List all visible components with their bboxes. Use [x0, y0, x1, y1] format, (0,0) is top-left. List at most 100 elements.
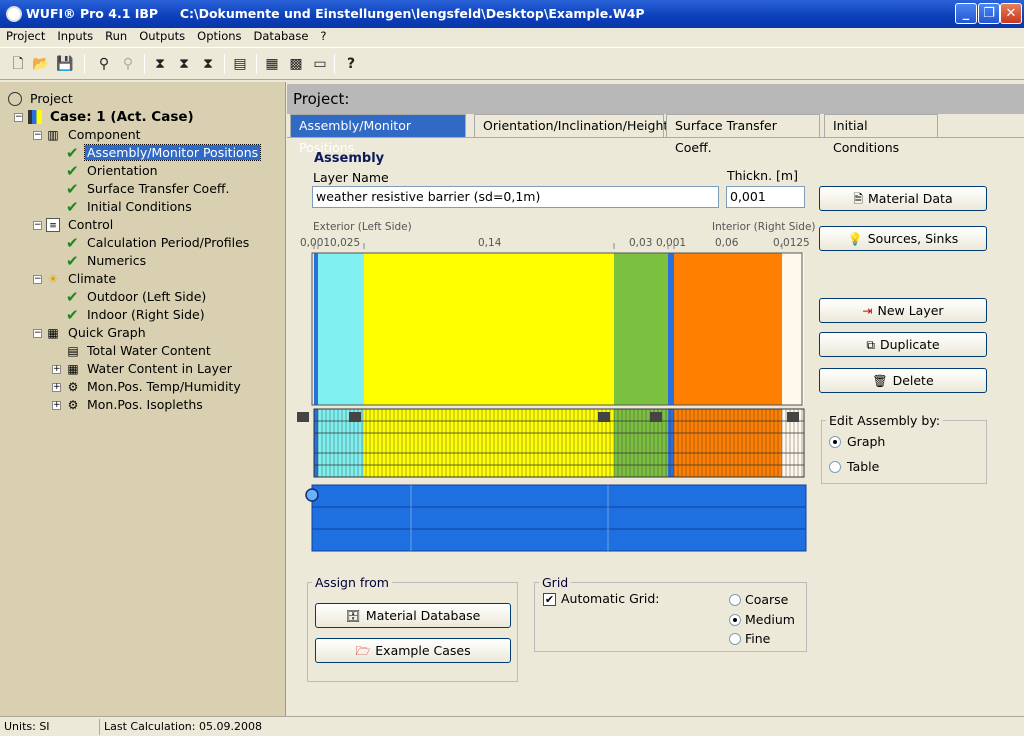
menu-database[interactable]: Database	[248, 28, 315, 46]
layer-name-input[interactable]: weather resistive barrier (sd=0,1m)	[312, 186, 719, 208]
radio-medium-label[interactable]: Medium	[745, 612, 795, 627]
layers-main[interactable]	[314, 253, 804, 405]
assembly-graph[interactable]	[296, 243, 810, 553]
radio-fine[interactable]	[729, 633, 741, 645]
tree-numerics[interactable]: ✔ Numerics	[66, 252, 146, 270]
tree-monpos-iso[interactable]: ⚙ Mon.Pos. Isopleths	[66, 396, 203, 414]
tab-orientation[interactable]: Orientation/Inclination/Height	[474, 114, 668, 138]
menu-inputs[interactable]: Inputs	[51, 28, 99, 46]
expand-icon[interactable]: +	[52, 383, 61, 392]
sources-sinks-button[interactable]: 💡 Sources, Sinks	[819, 226, 987, 251]
expand-icon[interactable]: +	[52, 365, 61, 374]
tree-orientation[interactable]: ✔ Orientation	[66, 162, 158, 180]
monitor-icon: ⚙	[67, 398, 79, 412]
save-icon[interactable]: 💾	[55, 54, 75, 74]
monitor-icon[interactable]	[650, 412, 662, 422]
menu-help[interactable]: ?	[314, 28, 332, 46]
tree-control[interactable]: ≡ Control	[46, 216, 113, 234]
radio-fine-label[interactable]: Fine	[745, 631, 770, 646]
tree-case[interactable]: Case: 1 (Act. Case)	[28, 108, 194, 126]
layer-1[interactable]	[318, 253, 364, 405]
close-button[interactable]: ✕	[1000, 3, 1022, 24]
tree-quick-graph[interactable]: ▦ Quick Graph	[46, 324, 145, 342]
monitor-icon[interactable]	[598, 412, 610, 422]
hourglass-multi-icon[interactable]: ⧗	[174, 54, 194, 74]
collapse-icon[interactable]: −	[14, 113, 23, 122]
automatic-grid-checkbox[interactable]: ✔	[543, 593, 556, 606]
radio-medium[interactable]	[729, 614, 741, 626]
minimize-button[interactable]: _	[955, 3, 977, 24]
window-icon[interactable]: ▤	[230, 54, 250, 74]
material-database-button[interactable]: 🗄 Material Database	[315, 603, 511, 628]
monitor-icon[interactable]	[349, 412, 361, 422]
edit-assembly-group	[821, 420, 987, 484]
tab-surface[interactable]: Surface Transfer Coeff.	[666, 114, 820, 155]
grid-icon[interactable]: ▦	[262, 54, 282, 74]
radio-graph-label[interactable]: Graph	[847, 434, 885, 449]
layer-4[interactable]	[668, 253, 674, 405]
new-layer-button[interactable]: ⇥ New Layer	[819, 298, 987, 323]
layer-3[interactable]	[614, 253, 668, 405]
chart-grid-icon[interactable]: ▩	[286, 54, 306, 74]
layer-name-label: Layer Name	[313, 170, 389, 185]
tree-climate[interactable]: ☀ Climate	[46, 270, 117, 288]
units-status: Units: SI	[0, 719, 100, 735]
duplicate-button[interactable]: ⧉ Duplicate	[819, 332, 987, 357]
help-icon[interactable]: ?	[341, 54, 361, 74]
tree-assembly[interactable]: ✔ Assembly/Monitor Positions	[66, 144, 262, 162]
checkmark-icon: ✔	[66, 288, 79, 306]
tree-disabled-icon[interactable]: ⚲	[118, 54, 138, 74]
screen-icon[interactable]: ▭	[310, 54, 330, 74]
source-bar[interactable]	[311, 484, 807, 552]
layer-5[interactable]	[674, 253, 782, 405]
radio-table[interactable]	[829, 461, 841, 473]
menu-run[interactable]: Run	[99, 28, 133, 46]
radio-coarse[interactable]	[729, 594, 741, 606]
tree-calc-period[interactable]: ✔ Calculation Period/Profiles	[66, 234, 249, 252]
automatic-grid-label[interactable]: Automatic Grid:	[561, 591, 660, 606]
monitor-icon[interactable]	[297, 412, 309, 422]
material-data-button[interactable]: 🗎 Material Data	[819, 186, 987, 211]
monitor-icon[interactable]	[787, 412, 799, 422]
radio-coarse-label[interactable]: Coarse	[745, 592, 788, 607]
collapse-icon[interactable]: −	[33, 275, 42, 284]
thickness-input[interactable]: 0,001	[726, 186, 805, 208]
layers-grid	[314, 409, 804, 477]
sun-icon: ☀	[47, 272, 59, 286]
menu-project[interactable]: Project	[0, 28, 51, 46]
collapse-icon[interactable]: −	[33, 131, 42, 140]
tree-icon[interactable]: ⚲	[94, 54, 114, 74]
hourglass-screen-icon[interactable]: ⧗	[198, 54, 218, 74]
example-cases-button[interactable]: 🗁 Example Cases	[315, 638, 511, 663]
maximize-button[interactable]: ❐	[978, 3, 1000, 24]
layer-6[interactable]	[782, 253, 804, 405]
tree-indoor[interactable]: ✔ Indoor (Right Side)	[66, 306, 205, 324]
grid-icon: ▦	[67, 362, 79, 376]
tree-monpos-temp[interactable]: ⚙ Mon.Pos. Temp/Humidity	[66, 378, 241, 396]
layer-2[interactable]	[364, 253, 614, 405]
tree-component[interactable]: ▥ Component	[46, 126, 140, 144]
radio-table-label[interactable]: Table	[847, 459, 879, 474]
expand-icon[interactable]: +	[52, 401, 61, 410]
collapse-icon[interactable]: −	[33, 329, 42, 338]
tree-total-water[interactable]: ▤ Total Water Content	[66, 342, 210, 360]
menu-outputs[interactable]: Outputs	[133, 28, 191, 46]
tree-water-layer[interactable]: ▦ Water Content in Layer	[66, 360, 232, 378]
tree-initial[interactable]: ✔ Initial Conditions	[66, 198, 192, 216]
open-folder-icon[interactable]: 📂	[31, 54, 51, 74]
tab-initial[interactable]: Initial Conditions	[824, 114, 938, 155]
layer-0[interactable]	[314, 253, 318, 405]
hourglass-icon[interactable]: ⧗	[150, 54, 170, 74]
source-bars[interactable]	[305, 484, 807, 552]
radio-graph[interactable]	[829, 436, 841, 448]
tree-outdoor[interactable]: ✔ Outdoor (Left Side)	[66, 288, 206, 306]
menu-options[interactable]: Options	[191, 28, 247, 46]
source-marker-icon[interactable]	[305, 488, 319, 502]
project-icon	[8, 92, 22, 106]
tree-project[interactable]: Project	[8, 90, 73, 108]
tab-assembly[interactable]: Assembly/Monitor Positions	[290, 114, 466, 155]
delete-button[interactable]: 🗑 Delete	[819, 368, 987, 393]
tree-surface[interactable]: ✔ Surface Transfer Coeff.	[66, 180, 229, 198]
collapse-icon[interactable]: −	[33, 221, 42, 230]
new-file-icon[interactable]: 🗋	[8, 54, 28, 74]
